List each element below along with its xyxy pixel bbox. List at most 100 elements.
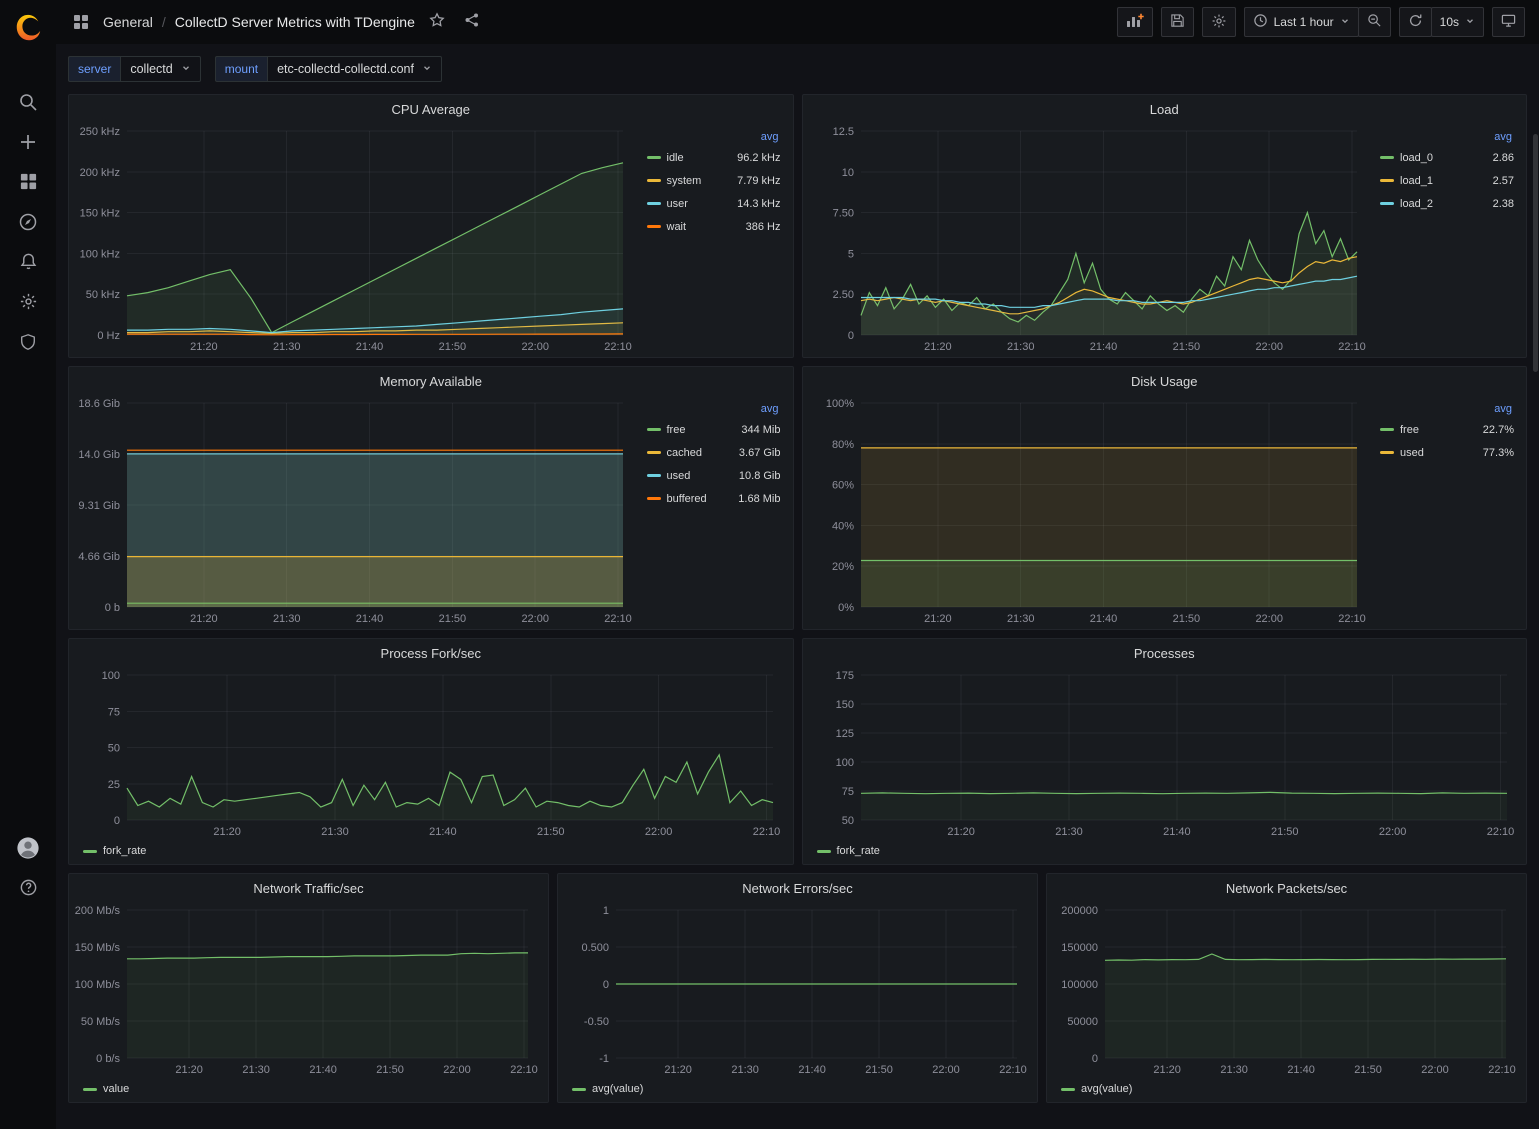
save-icon	[1170, 13, 1185, 31]
legend-item-cached[interactable]: cached3.67 Gib	[647, 441, 781, 464]
legend-item-used[interactable]: used10.8 Gib	[647, 464, 781, 487]
legend-series-name: fork_rate	[103, 845, 146, 857]
svg-text:250 kHz: 250 kHz	[80, 126, 120, 138]
star-button[interactable]	[424, 9, 450, 35]
svg-text:0: 0	[1092, 1053, 1098, 1065]
sidebar-dashboards-button[interactable]	[8, 164, 48, 204]
chart-processes[interactable]: 507510012515017521:2021:3021:4021:5022:0…	[809, 667, 1521, 840]
legend-item-load-0[interactable]: load_02.86	[1380, 146, 1514, 169]
panel-title[interactable]: Memory Available	[69, 367, 793, 395]
legend-item-load-2[interactable]: load_22.38	[1380, 192, 1514, 215]
zoom-out-icon	[1367, 13, 1382, 31]
zoom-out-button[interactable]	[1358, 7, 1391, 37]
svg-text:200 kHz: 200 kHz	[80, 167, 120, 179]
legend-avg-header[interactable]: avg	[647, 131, 781, 143]
chart-load[interactable]: 02.5057.501012.521:2021:3021:4021:5022:0…	[809, 123, 1371, 355]
svg-text:125: 125	[835, 728, 853, 740]
sidebar-server-admin-button[interactable]	[8, 324, 48, 364]
svg-text:0.500: 0.500	[581, 942, 609, 954]
sidebar-profile-button[interactable]	[8, 830, 48, 870]
variable-server-value: collectd	[130, 62, 172, 76]
legend-avg-header[interactable]: avg	[1380, 131, 1514, 143]
legend-item-free[interactable]: free22.7%	[1380, 418, 1514, 441]
breadcrumb-title[interactable]: CollectD Server Metrics with TDengine	[175, 14, 415, 30]
add-panel-button[interactable]	[1117, 7, 1153, 37]
template-variables-row: server collectd mount etc-collectd-colle…	[68, 56, 1527, 82]
chart-network-traffic-sec[interactable]: 0 b/s50 Mb/s100 Mb/s150 Mb/s200 Mb/s21:2…	[75, 902, 542, 1078]
chart-svg: 025507510021:2021:3021:4021:5022:0022:10	[75, 667, 787, 840]
svg-text:0 b/s: 0 b/s	[96, 1053, 120, 1065]
panel-title[interactable]: Process Fork/sec	[69, 639, 793, 667]
legend: avg(value)	[558, 1080, 1037, 1102]
svg-text:50 kHz: 50 kHz	[86, 289, 120, 301]
chart-process-fork-sec[interactable]: 025507510021:2021:3021:4021:5022:0022:10	[75, 667, 787, 840]
sidebar-create-button[interactable]	[8, 124, 48, 164]
svg-text:0: 0	[847, 330, 853, 342]
legend: avg(value)	[1047, 1080, 1526, 1102]
svg-text:21:30: 21:30	[321, 826, 349, 838]
time-range-picker[interactable]: Last 1 hour	[1244, 7, 1359, 37]
sidebar-explore-button[interactable]	[8, 204, 48, 244]
refresh-button[interactable]	[1399, 7, 1432, 37]
chart-network-packets-sec[interactable]: 05000010000015000020000021:2021:3021:402…	[1053, 902, 1520, 1078]
sidebar-help-button[interactable]	[8, 870, 48, 910]
grafana-logo[interactable]	[8, 8, 48, 48]
svg-text:50: 50	[108, 743, 120, 755]
panel-title[interactable]: Network Packets/sec	[1047, 874, 1526, 902]
legend-item-system[interactable]: system7.79 kHz	[647, 169, 781, 192]
panel-title[interactable]: Network Traffic/sec	[69, 874, 548, 902]
sidebar-configuration-button[interactable]	[8, 284, 48, 324]
chart-cpu-average[interactable]: 0 Hz50 kHz100 kHz150 kHz200 kHz250 kHz21…	[75, 123, 637, 355]
svg-text:22:00: 22:00	[1421, 1064, 1449, 1076]
legend-item-avg-value[interactable]: avg(value)	[1061, 1083, 1132, 1095]
svg-text:21:20: 21:20	[924, 341, 952, 353]
chart-network-errors-sec[interactable]: -1-0.5000.500121:2021:3021:4021:5022:002…	[564, 902, 1031, 1078]
svg-text:25: 25	[108, 779, 120, 791]
legend-item-load-1[interactable]: load_12.57	[1380, 169, 1514, 192]
legend-item-used[interactable]: used77.3%	[1380, 441, 1514, 464]
chart-disk-usage[interactable]: 0%20%40%60%80%100%21:2021:3021:4021:5022…	[809, 395, 1371, 627]
cycle-view-button[interactable]	[1492, 7, 1525, 37]
svg-text:100 Mb/s: 100 Mb/s	[75, 979, 120, 991]
legend-item-buffered[interactable]: buffered1.68 Mib	[647, 487, 781, 510]
variable-mount-dropdown[interactable]: etc-collectd-collectd.conf	[267, 56, 442, 82]
scrollbar[interactable]	[1533, 134, 1538, 372]
dashboard-settings-button[interactable]	[1202, 7, 1236, 37]
legend-item-fork-rate[interactable]: fork_rate	[83, 845, 146, 857]
legend-series-name: avg(value)	[592, 1083, 643, 1095]
svg-text:1: 1	[603, 905, 609, 917]
save-dashboard-button[interactable]	[1161, 7, 1194, 37]
share-button[interactable]	[459, 9, 485, 35]
panel-title[interactable]: Network Errors/sec	[558, 874, 1037, 902]
svg-text:9.31 Gib: 9.31 Gib	[78, 500, 120, 512]
legend-avg-header[interactable]: avg	[647, 403, 781, 415]
legend-item-value[interactable]: value	[83, 1083, 129, 1095]
legend-item-fork-rate[interactable]: fork_rate	[817, 845, 880, 857]
svg-text:22:10: 22:10	[999, 1064, 1027, 1076]
chart-svg: 0 b/s50 Mb/s100 Mb/s150 Mb/s200 Mb/s21:2…	[75, 902, 542, 1078]
legend-item-user[interactable]: user14.3 kHz	[647, 192, 781, 215]
svg-text:21:20: 21:20	[175, 1064, 203, 1076]
svg-text:150000: 150000	[1061, 942, 1098, 954]
legend-avg-header[interactable]: avg	[1380, 403, 1514, 415]
legend-series-avg-value: 2.57	[1493, 175, 1514, 187]
legend-series-name: fork_rate	[837, 845, 880, 857]
sidebar-alerting-button[interactable]	[8, 244, 48, 284]
panel-title[interactable]: Processes	[803, 639, 1527, 667]
sidebar-search-button[interactable]	[8, 84, 48, 124]
legend-item-wait[interactable]: wait386 Hz	[647, 215, 781, 238]
legend-item-avg-value[interactable]: avg(value)	[572, 1083, 643, 1095]
legend-item-idle[interactable]: idle96.2 kHz	[647, 146, 781, 169]
series-color-dash	[647, 451, 661, 454]
gear-icon	[19, 292, 38, 316]
variable-server-dropdown[interactable]: collectd	[120, 56, 200, 82]
series-color-dash	[647, 497, 661, 500]
panel-title[interactable]: Load	[803, 95, 1527, 123]
chart-memory-available[interactable]: 0 b4.66 Gib9.31 Gib14.0 Gib18.6 Gib21:20…	[75, 395, 637, 627]
panel-title[interactable]: CPU Average	[69, 95, 793, 123]
breadcrumb-section[interactable]: General	[103, 14, 153, 30]
panel-title[interactable]: Disk Usage	[803, 367, 1527, 395]
refresh-interval-dropdown[interactable]: 10s	[1431, 7, 1484, 37]
legend-series-name: avg(value)	[1081, 1083, 1132, 1095]
legend-item-free[interactable]: free344 Mib	[647, 418, 781, 441]
